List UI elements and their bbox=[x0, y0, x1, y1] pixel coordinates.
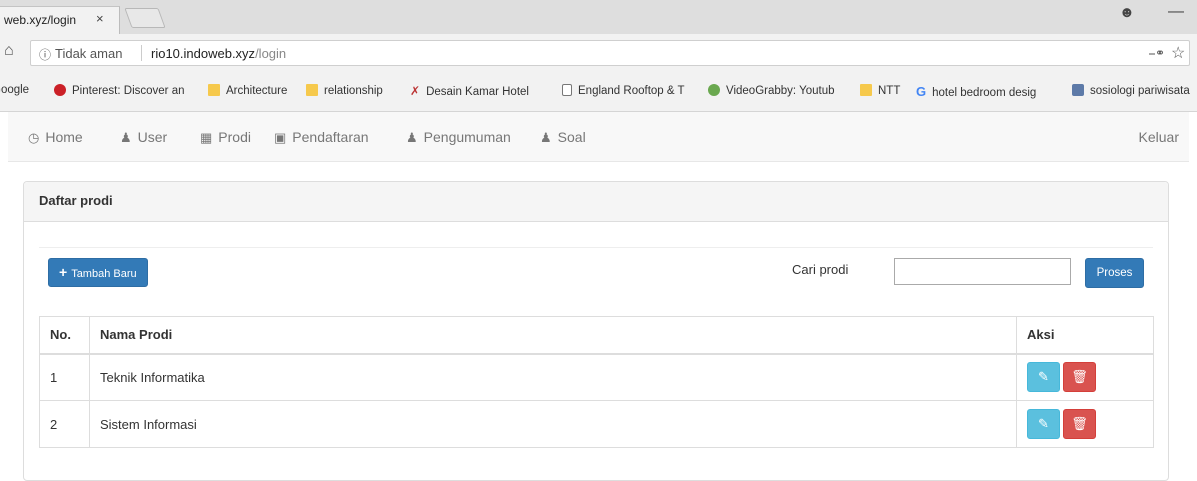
row-actions: ✎ 🗑 bbox=[1016, 353, 1154, 401]
address-bar[interactable]: ⓘ Tidak aman rio10.indoweb.xyz/login ⎯⚭ … bbox=[30, 40, 1190, 66]
bookmark-hotel[interactable]: Ghotel bedroom desig bbox=[916, 84, 1036, 99]
browser-tabstrip: web.xyz/login × ☻ — bbox=[0, 0, 1197, 34]
browser-tab[interactable]: web.xyz/login × bbox=[0, 6, 120, 34]
app-navbar: ◷ Home ♟ User ▦ Prodi ▣ Pendaftaran ♟ Pengumu… bbox=[8, 112, 1189, 162]
pencil-icon: ✎ bbox=[1038, 416, 1049, 431]
site-icon: ✗ bbox=[410, 84, 421, 98]
nav-pengumuman[interactable]: ♟ Pengumuman bbox=[406, 129, 511, 146]
tab-title: web.xyz/login bbox=[4, 13, 77, 27]
user-icon: ♟ bbox=[406, 130, 418, 145]
clock-icon: ◷ bbox=[28, 130, 40, 145]
row-name: Sistem Informasi bbox=[89, 400, 1017, 448]
folder-icon bbox=[306, 84, 318, 96]
browser-toolbar: ⌂ ⓘ Tidak aman rio10.indoweb.xyz/login ⎯… bbox=[0, 34, 1197, 72]
folder-icon bbox=[860, 84, 872, 96]
url-host: rio10.indoweb.xyz bbox=[151, 46, 256, 61]
folder-icon bbox=[208, 84, 220, 96]
page-icon bbox=[562, 84, 572, 96]
bookmark-label: relationship bbox=[324, 85, 383, 97]
bookmark-relationship[interactable]: relationship bbox=[306, 84, 383, 97]
nav-soal[interactable]: ♟ Soal bbox=[540, 129, 586, 146]
home-icon[interactable]: ⌂ bbox=[4, 42, 14, 60]
url-path: /login bbox=[255, 46, 287, 61]
nav-user[interactable]: ♟ User bbox=[120, 129, 167, 146]
nav-label: Pengumuman bbox=[423, 129, 511, 145]
add-new-button[interactable]: + Tambah Baru bbox=[48, 258, 148, 287]
picture-icon: ▣ bbox=[274, 130, 287, 145]
image-icon bbox=[1072, 84, 1084, 96]
bookmark-label: hotel bedroom desig bbox=[932, 87, 1037, 99]
delete-button[interactable]: 🗑 bbox=[1063, 409, 1096, 439]
nav-label: Pendaftaran bbox=[292, 129, 369, 145]
table-header-row: No. Nama Prodi Aksi bbox=[39, 316, 1154, 355]
row-actions: ✎ 🗑 bbox=[1016, 400, 1154, 448]
add-button-label: Tambah Baru bbox=[71, 268, 137, 280]
bookmark-label: Desain Kamar Hotel bbox=[426, 86, 529, 98]
header-no: No. bbox=[39, 316, 90, 355]
bookmark-label: NTT bbox=[878, 85, 901, 97]
nav-prodi[interactable]: ▦ Prodi bbox=[200, 129, 251, 146]
logout-link[interactable]: Keluar bbox=[1139, 129, 1179, 145]
delete-button[interactable]: 🗑 bbox=[1063, 362, 1096, 393]
nav-home[interactable]: ◷ Home bbox=[28, 129, 83, 146]
bookmark-google[interactable]: Google bbox=[0, 84, 29, 96]
nav-pendaftaran[interactable]: ▣ Pendaftaran bbox=[274, 129, 369, 146]
prodi-table: No. Nama Prodi Aksi 1 Teknik Informatika… bbox=[39, 316, 1154, 448]
bookmark-videograbby[interactable]: VideoGrabby: Youtub bbox=[708, 84, 835, 97]
panel-title: Daftar prodi bbox=[24, 182, 1168, 222]
profile-icon[interactable]: ☻ bbox=[1119, 4, 1135, 21]
bookmark-star-icon[interactable]: ☆ bbox=[1171, 43, 1185, 63]
minimize-icon[interactable]: — bbox=[1168, 3, 1184, 21]
security-indicator[interactable]: Tidak aman bbox=[55, 46, 122, 61]
row-number: 1 bbox=[39, 353, 90, 401]
edit-button[interactable]: ✎ bbox=[1027, 409, 1060, 439]
key-icon[interactable]: ⎯⚭ bbox=[1149, 46, 1165, 61]
nav-label: Home bbox=[45, 129, 83, 145]
bookmarks-bar: Google Pinterest: Discover an Architectu… bbox=[0, 72, 1197, 112]
nav-label: User bbox=[137, 129, 168, 145]
plus-icon: + bbox=[59, 264, 68, 280]
search-input[interactable] bbox=[894, 258, 1071, 285]
prodi-panel: Daftar prodi + Tambah Baru Cari prodi Pro… bbox=[23, 181, 1169, 481]
edit-button[interactable]: ✎ bbox=[1027, 362, 1060, 393]
new-tab-button[interactable] bbox=[124, 8, 166, 28]
row-number: 2 bbox=[39, 400, 90, 448]
bookmark-label: sosiologi pariwisata bbox=[1090, 85, 1190, 97]
grid-icon: ▦ bbox=[200, 130, 213, 145]
header-actions: Aksi bbox=[1016, 316, 1154, 355]
bookmark-label: Architecture bbox=[226, 85, 288, 97]
bookmark-sosiologi[interactable]: sosiologi pariwisata bbox=[1072, 84, 1190, 97]
tab-close-icon[interactable]: × bbox=[96, 11, 104, 26]
table-row: 2 Sistem Informasi ✎ 🗑 bbox=[39, 400, 1154, 448]
table-row: 1 Teknik Informatika ✎ 🗑 bbox=[39, 353, 1154, 401]
url-text[interactable]: rio10.indoweb.xyz/login bbox=[151, 46, 286, 61]
bookmark-desain[interactable]: ✗ Desain Kamar Hotel bbox=[410, 84, 529, 98]
google-icon: G bbox=[916, 84, 927, 99]
trash-icon: 🗑 bbox=[1071, 416, 1088, 431]
address-divider bbox=[141, 45, 142, 61]
bookmark-label: Google bbox=[0, 84, 30, 96]
bookmark-ntt[interactable]: NTT bbox=[860, 84, 900, 97]
trash-icon: 🗑 bbox=[1071, 369, 1088, 385]
search-label: Cari prodi bbox=[792, 262, 849, 277]
bookmark-label: England Rooftop & T bbox=[578, 85, 685, 97]
search-submit-button[interactable]: Proses bbox=[1085, 258, 1144, 288]
nav-label: Soal bbox=[557, 129, 586, 145]
row-name: Teknik Informatika bbox=[89, 353, 1017, 401]
site-icon bbox=[708, 84, 720, 96]
bookmark-label: VideoGrabby: Youtub bbox=[726, 85, 835, 97]
pencil-icon: ✎ bbox=[1038, 369, 1049, 385]
user-icon: ♟ bbox=[120, 130, 132, 145]
info-icon[interactable]: ⓘ bbox=[39, 46, 51, 63]
divider bbox=[39, 247, 1153, 248]
nav-label: Prodi bbox=[218, 129, 251, 145]
header-name: Nama Prodi bbox=[89, 316, 1017, 355]
bookmark-england[interactable]: England Rooftop & T bbox=[562, 84, 685, 97]
bookmark-label: Pinterest: Discover an bbox=[72, 85, 185, 97]
bookmark-pinterest[interactable]: Pinterest: Discover an bbox=[54, 84, 185, 97]
user-icon: ♟ bbox=[540, 130, 552, 145]
pinterest-icon bbox=[54, 84, 66, 96]
bookmark-architecture[interactable]: Architecture bbox=[208, 84, 287, 97]
